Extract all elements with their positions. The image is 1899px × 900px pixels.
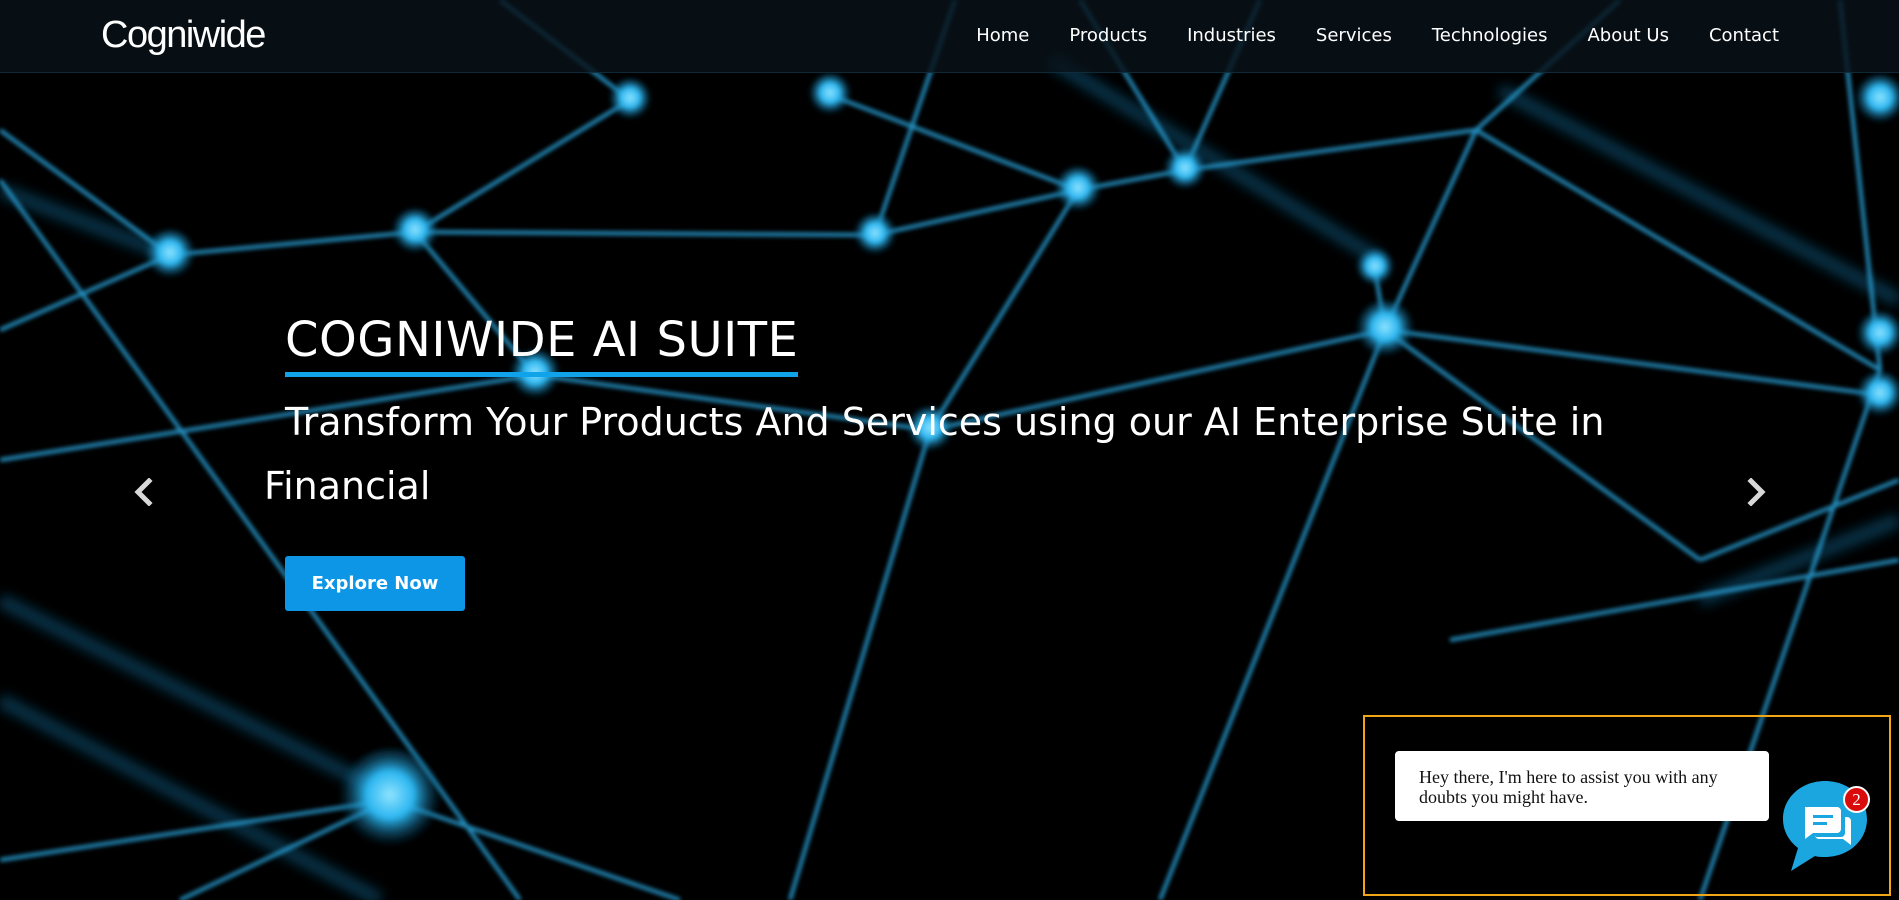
nav-contact[interactable]: Contact	[1709, 25, 1779, 46]
nav-products[interactable]: Products	[1069, 25, 1147, 46]
hero-title: COGNIWIDE AI SUITE	[285, 312, 799, 377]
chat-notification-badge: 2	[1843, 786, 1870, 813]
chevron-left-icon	[134, 478, 153, 506]
top-navbar: Cogniwide Home Products Industries Servi…	[0, 0, 1899, 73]
main-nav: Home Products Industries Services Techno…	[976, 0, 1779, 70]
page: Cogniwide Home Products Industries Servi…	[0, 0, 1899, 900]
explore-now-button[interactable]: Explore Now	[285, 556, 465, 611]
chat-widget: Hey there, I'm here to assist you with a…	[1363, 715, 1891, 896]
hero-subtitle: Transform Your Products And Services usi…	[264, 400, 1605, 508]
chevron-right-icon	[1747, 478, 1766, 506]
carousel-next-button[interactable]	[1737, 472, 1777, 512]
nav-industries[interactable]: Industries	[1187, 25, 1276, 46]
carousel-prev-button[interactable]	[123, 472, 163, 512]
nav-technologies[interactable]: Technologies	[1432, 25, 1548, 46]
nav-home[interactable]: Home	[976, 25, 1029, 46]
nav-about-us[interactable]: About Us	[1587, 25, 1669, 46]
nav-services[interactable]: Services	[1316, 25, 1392, 46]
chat-greeting-message[interactable]: Hey there, I'm here to assist you with a…	[1395, 751, 1769, 821]
site-logo[interactable]: Cogniwide	[101, 13, 266, 57]
